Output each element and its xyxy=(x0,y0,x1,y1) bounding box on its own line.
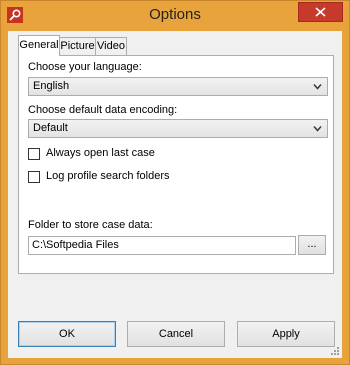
encoding-value: Default xyxy=(33,122,68,134)
folder-label: Folder to store case data: xyxy=(28,219,153,231)
title-bar[interactable]: Options xyxy=(1,1,349,31)
always-open-label[interactable]: Always open last case xyxy=(46,147,155,159)
folder-path-input[interactable]: C:\Softpedia Files xyxy=(28,236,296,255)
ok-button[interactable]: OK xyxy=(18,321,116,347)
encoding-dropdown[interactable]: Default xyxy=(28,119,328,138)
language-label: Choose your language: xyxy=(28,61,142,73)
chevron-down-icon xyxy=(313,84,322,90)
window-title: Options xyxy=(149,6,201,23)
tab-video[interactable]: Video xyxy=(95,37,127,55)
encoding-label: Choose default data encoding: xyxy=(28,104,178,116)
log-profile-checkbox[interactable] xyxy=(28,171,40,183)
browse-folder-button[interactable]: ... xyxy=(298,235,326,255)
resize-grip-icon[interactable] xyxy=(330,346,340,356)
options-window: Options General Picture Video Choose you… xyxy=(0,0,350,365)
tab-general[interactable]: General xyxy=(18,35,60,56)
always-open-checkbox[interactable] xyxy=(28,148,40,160)
dialog-body: General Picture Video Choose your langua… xyxy=(8,31,342,358)
apply-button[interactable]: Apply xyxy=(237,321,335,347)
log-profile-label[interactable]: Log profile search folders xyxy=(46,170,170,182)
close-icon xyxy=(315,7,326,17)
language-value: English xyxy=(33,80,70,92)
folder-path-value: C:\Softpedia Files xyxy=(32,239,119,251)
chevron-down-icon xyxy=(313,126,322,132)
tab-picture[interactable]: Picture xyxy=(59,37,96,55)
close-button[interactable] xyxy=(298,2,343,22)
language-dropdown[interactable]: English xyxy=(28,77,328,96)
general-tab-panel: Choose your language: English Choose def… xyxy=(18,55,334,274)
cancel-button[interactable]: Cancel xyxy=(127,321,225,347)
